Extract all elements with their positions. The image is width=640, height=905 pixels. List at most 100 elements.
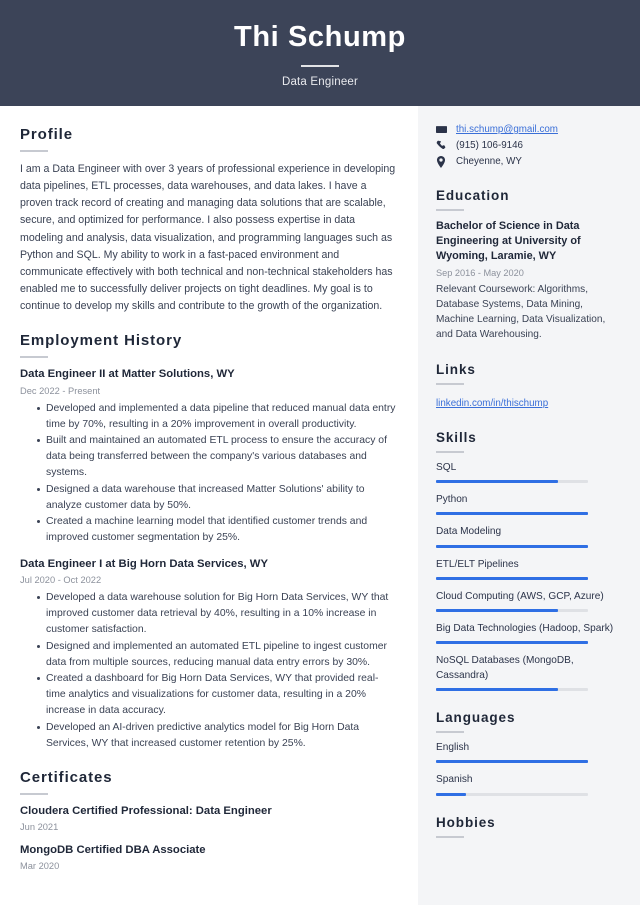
section-rule (436, 731, 464, 734)
skill-bar-track (436, 576, 588, 580)
skill-bar-fill (436, 544, 588, 548)
skill-bar-track (436, 641, 588, 645)
language-bar-fill (436, 760, 588, 764)
certificates-heading: Certificates (20, 768, 113, 786)
phone-icon (436, 140, 449, 151)
job-date: Jul 2020 - Oct 2022 (20, 575, 102, 586)
section-rule (20, 356, 48, 359)
skill-bar-track (436, 479, 588, 483)
skill-item: ETL/ELT Pipelines (436, 558, 620, 580)
section-profile: Profile I am a Data Engineer with over 3… (20, 126, 396, 315)
location-text: Cheyenne, WY (456, 155, 522, 167)
job-date: Dec 2022 - Present (20, 385, 101, 396)
skills-heading: Skills (436, 429, 477, 445)
section-hobbies: Hobbies (436, 815, 620, 838)
candidate-job-title: Data Engineer (281, 75, 359, 88)
skill-item: Python (436, 493, 620, 516)
languages-heading: Languages (436, 710, 516, 726)
link-row: linkedin.com/in/thischump (436, 393, 620, 411)
skill-bar-track (436, 609, 588, 613)
skill-bar-fill (436, 609, 558, 613)
sidebar-column: thi.schump@gmail.com (915) 106-9146 Chey… (418, 106, 640, 905)
skill-bar-fill (436, 479, 558, 483)
resume-header: Thi Schump Data Engineer (0, 0, 640, 106)
section-rule (436, 450, 464, 453)
skill-item: Big Data Technologies (Hadoop, Spark) (436, 622, 620, 645)
section-rule (436, 835, 464, 838)
hobbies-heading: Hobbies (436, 814, 496, 830)
language-bar-track (436, 760, 588, 764)
education-date: Sep 2016 - May 2020 (436, 267, 524, 278)
profile-heading: Profile (20, 126, 73, 143)
skill-label: Data Modeling (436, 526, 502, 538)
job-bullet: Designed and implemented an automated ET… (37, 639, 396, 671)
certificate-date: Jun 2021 (20, 821, 59, 832)
section-languages: Languages English Spanish (436, 710, 620, 796)
skill-label: SQL (436, 461, 457, 473)
header-divider (301, 64, 339, 67)
contact-location-row: Cheyenne, WY (436, 155, 620, 168)
skill-label: Python (436, 493, 468, 505)
language-label: English (436, 742, 470, 754)
certificate-title: Cloudera Certified Professional: Data En… (20, 804, 272, 817)
main-column: Profile I am a Data Engineer with over 3… (0, 106, 418, 905)
language-label: Spanish (436, 774, 473, 786)
skill-bar-track (436, 512, 588, 516)
job-bullet: Developed and implemented a data pipelin… (37, 401, 396, 433)
certificate-entry: MongoDB Certified DBA Associate Mar 2020 (20, 843, 396, 872)
skill-bar-fill (436, 641, 588, 645)
map-pin-icon (436, 155, 449, 168)
skill-bar-fill (436, 688, 558, 692)
skill-item: Data Modeling (436, 525, 620, 548)
language-bar-fill (436, 792, 467, 796)
job-bullet: Created a machine learning model that id… (37, 514, 396, 546)
skill-item: NoSQL Databases (MongoDB, Cassandra) (436, 654, 620, 692)
linkedin-link[interactable]: linkedin.com/in/thischump (436, 398, 548, 409)
certificate-title: MongoDB Certified DBA Associate (20, 843, 206, 856)
phone-text: (915) 106-9146 (456, 139, 523, 151)
job-bullet: Developed an AI-driven predictive analyt… (37, 720, 396, 752)
job-bullets: Developed a data warehouse solution for … (20, 590, 396, 751)
education-heading: Education (436, 187, 510, 203)
skill-bar-fill (436, 576, 588, 580)
section-rule (20, 792, 48, 795)
email-link[interactable]: thi.schump@gmail.com (456, 124, 558, 136)
job-entry: Data Engineer I at Big Horn Data Service… (20, 557, 396, 751)
section-links: Links linkedin.com/in/thischump (436, 362, 620, 411)
skill-item: SQL (436, 461, 620, 483)
job-title: Data Engineer I at Big Horn Data Service… (20, 558, 268, 571)
job-bullets: Developed and implemented a data pipelin… (20, 401, 396, 546)
section-certificates: Certificates Cloudera Certified Professi… (20, 769, 396, 873)
resume-body: Profile I am a Data Engineer with over 3… (0, 106, 640, 905)
job-entry: Data Engineer II at Matter Solutions, WY… (20, 367, 396, 546)
language-item: Spanish (436, 773, 620, 796)
skill-label: NoSQL Databases (MongoDB, Cassandra) (436, 655, 574, 681)
job-bullet: Developed a data warehouse solution for … (37, 590, 396, 637)
contact-block: thi.schump@gmail.com (915) 106-9146 Chey… (436, 124, 620, 168)
job-bullet: Created a dashboard for Big Horn Data Se… (37, 671, 396, 718)
language-item: English (436, 741, 620, 764)
education-description: Relevant Coursework: Algorithms, Databas… (436, 283, 606, 341)
section-skills: Skills SQL Python Data Modeling ETL/ELT … (436, 430, 620, 692)
skill-bar-fill (436, 512, 588, 516)
section-rule (436, 382, 464, 385)
skill-label: ETL/ELT Pipelines (436, 558, 519, 570)
profile-text: I am a Data Engineer with over 3 years o… (20, 163, 396, 313)
skill-bar-track (436, 544, 588, 548)
contact-email-row: thi.schump@gmail.com (436, 124, 620, 136)
certificate-entry: Cloudera Certified Professional: Data En… (20, 804, 396, 833)
skill-item: Cloud Computing (AWS, GCP, Azure) (436, 590, 620, 613)
resume-page: Thi Schump Data Engineer Profile I am a … (0, 0, 640, 905)
certificate-date: Mar 2020 (20, 861, 60, 872)
candidate-name: Thi Schump (234, 21, 406, 54)
section-education: Education Bachelor of Science in Data En… (436, 188, 620, 343)
envelope-icon (436, 124, 449, 135)
job-bullet: Built and maintained an automated ETL pr… (37, 433, 396, 480)
language-bar-track (436, 792, 588, 796)
skill-bar-track (436, 688, 588, 692)
contact-phone-row: (915) 106-9146 (436, 140, 620, 152)
section-rule (20, 150, 48, 152)
job-title: Data Engineer II at Matter Solutions, WY (20, 368, 235, 381)
links-heading: Links (436, 361, 476, 377)
section-employment-history: Employment History Data Engineer II at M… (20, 332, 396, 751)
